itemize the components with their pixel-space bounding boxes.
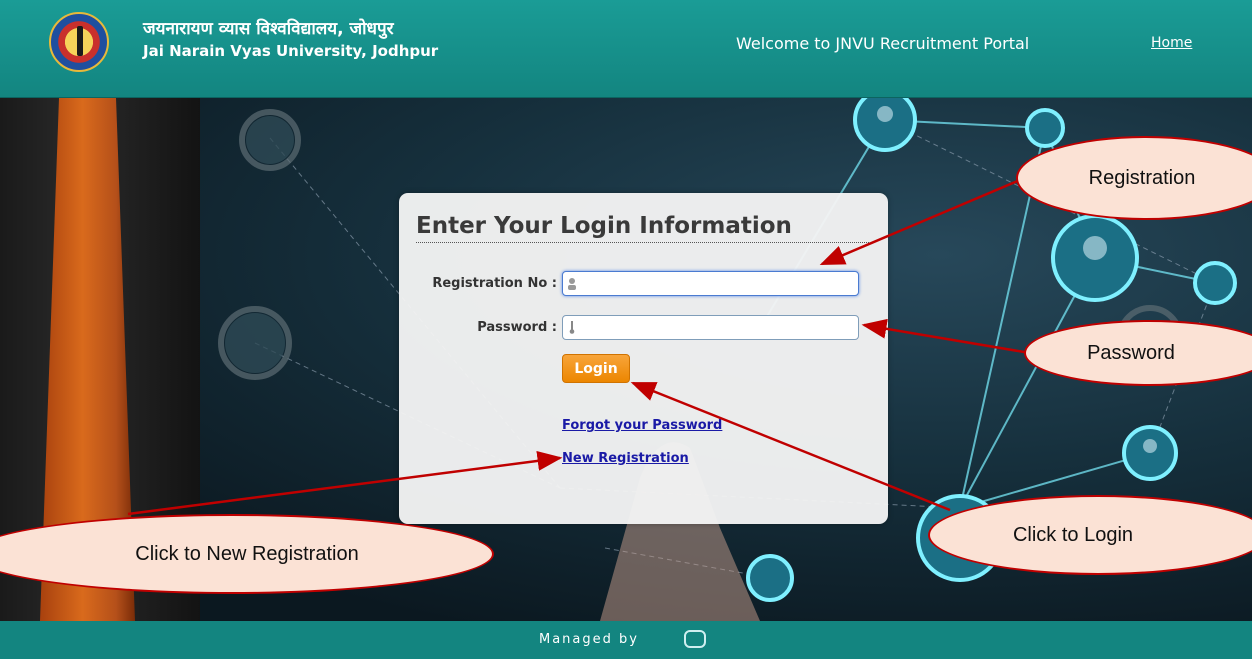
university-logo — [49, 12, 109, 72]
university-title-english: Jai Narain Vyas University, Jodhpur — [143, 42, 439, 60]
callout-click-login: Click to Login — [928, 495, 1252, 575]
managed-by-text: Managed by — [539, 632, 639, 647]
password-label: Password : — [477, 320, 557, 335]
header-bar: जयनारायण व्यास विश्वविद्यालय, जोधपुर Jai… — [0, 0, 1252, 98]
login-heading: Enter Your Login Information — [416, 213, 792, 239]
home-link[interactable]: Home — [1151, 35, 1192, 51]
password-input[interactable] — [581, 319, 852, 336]
heading-divider — [416, 242, 869, 243]
key-icon — [569, 321, 575, 334]
new-registration-link[interactable]: New Registration — [562, 451, 689, 466]
welcome-text: Welcome to JNVU Recruitment Portal — [736, 34, 1030, 53]
password-field[interactable] — [562, 315, 859, 340]
callout-password-text: Password — [1087, 341, 1175, 364]
callout-registration-text: Registration — [1088, 166, 1196, 189]
university-title-hindi: जयनारायण व्यास विश्वविद्यालय, जोधपुर — [143, 19, 394, 39]
callout-new-registration-text: Click to New Registration — [135, 542, 359, 565]
login-button[interactable]: Login — [562, 354, 630, 383]
registration-label: Registration No : — [432, 276, 557, 291]
vendor-logo — [684, 630, 706, 648]
user-icon — [568, 278, 576, 290]
callout-click-login-text: Click to Login — [1012, 523, 1134, 546]
registration-input[interactable] — [581, 275, 852, 292]
registration-field[interactable] — [562, 271, 859, 296]
forgot-password-link[interactable]: Forgot your Password — [562, 418, 722, 433]
